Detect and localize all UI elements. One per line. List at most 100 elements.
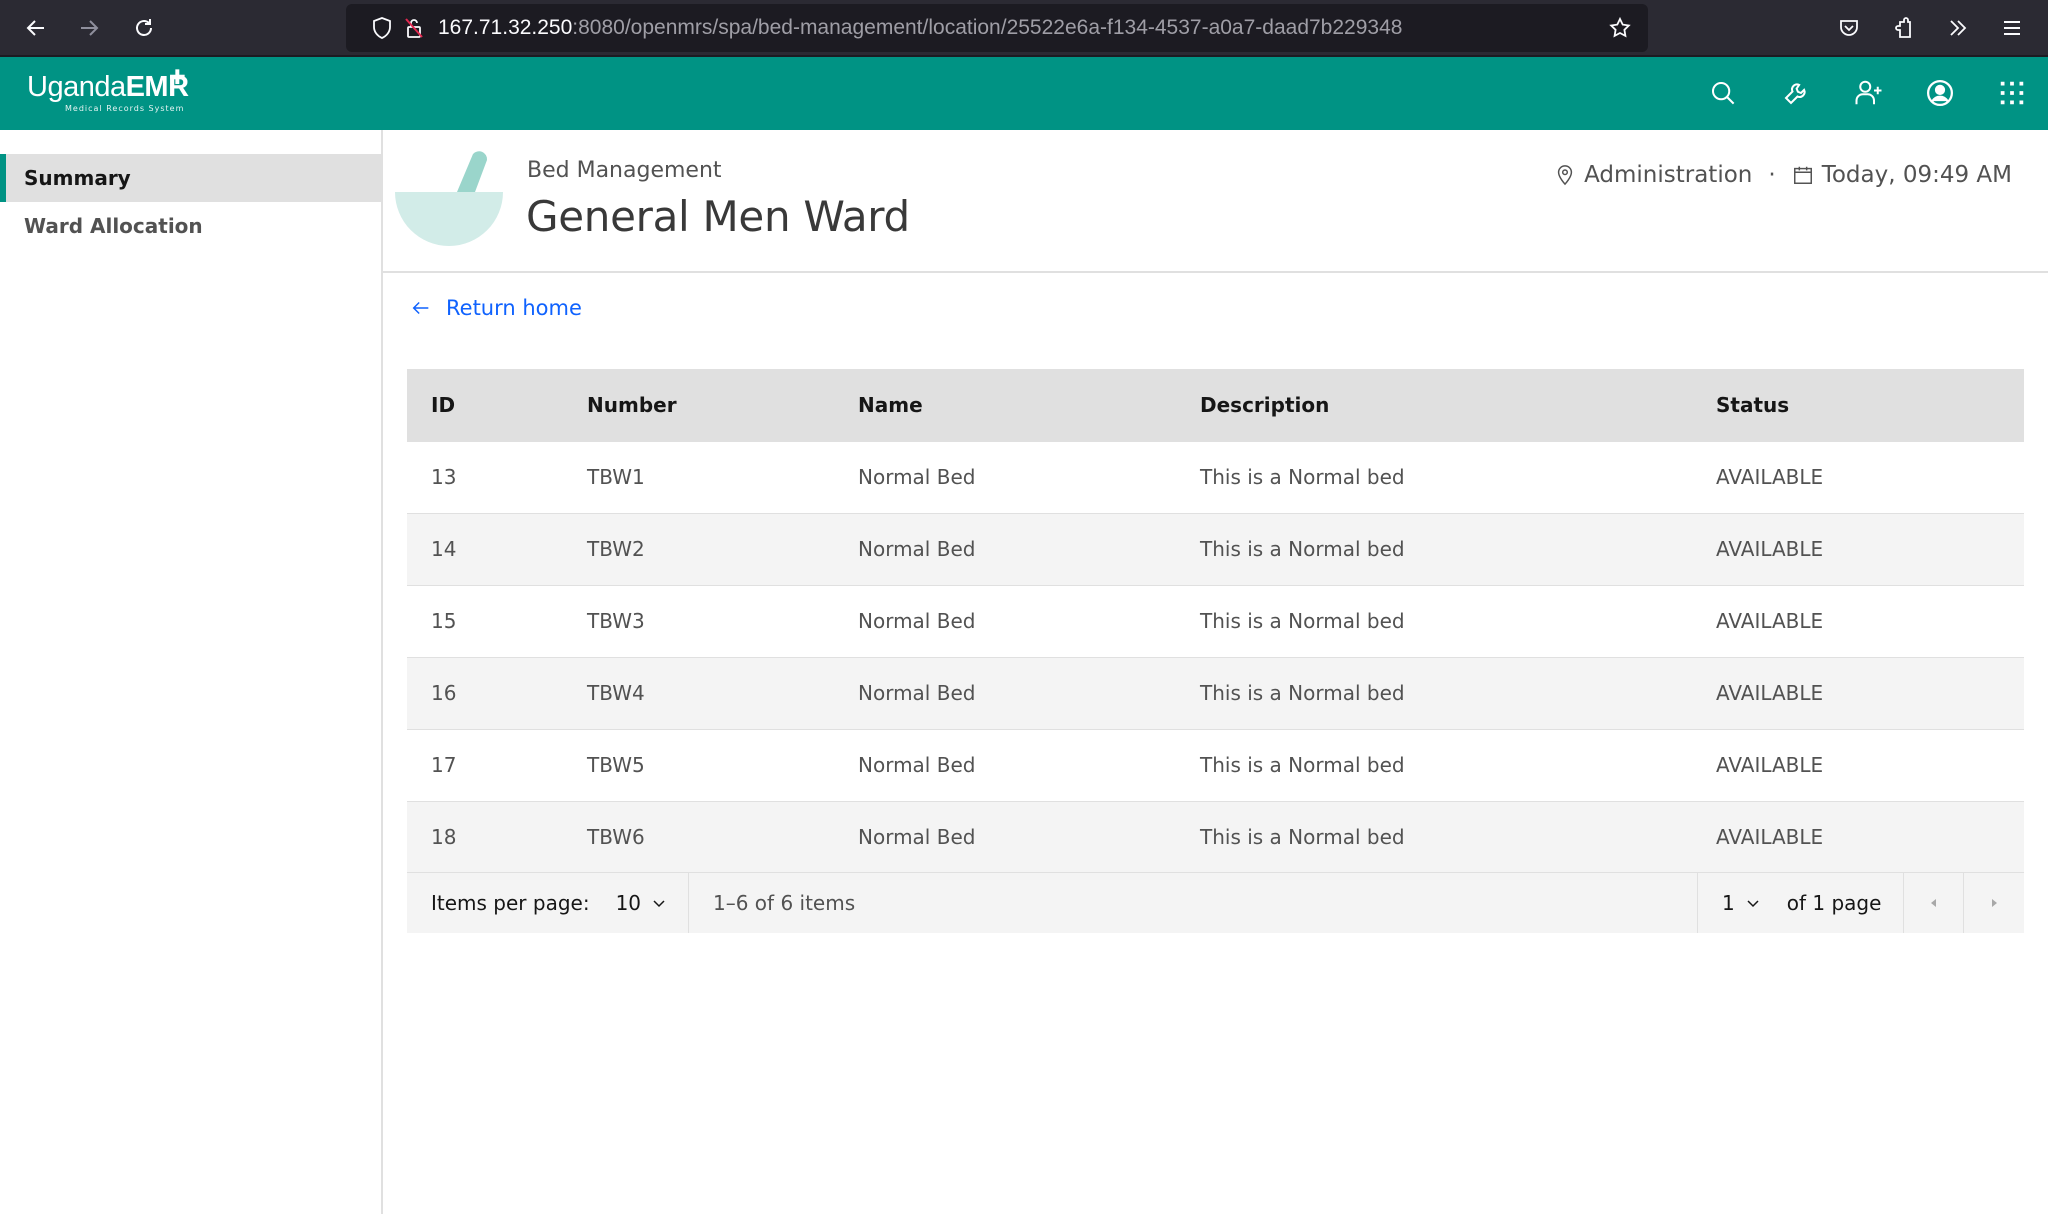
cell-description: This is a Normal bed <box>1200 825 1405 850</box>
cell-name: Normal Bed <box>858 465 976 489</box>
table-row[interactable]: 14 TBW2 Normal Bed This is a Normal bed … <box>407 513 2024 585</box>
return-home-link[interactable]: Return home <box>410 296 582 320</box>
sidebar-item-summary[interactable]: Summary <box>0 154 381 202</box>
page-select-section: 1 of 1 page <box>1697 873 1904 933</box>
overflow-button[interactable] <box>1942 12 1974 44</box>
items-range-text: 1–6 of 6 items <box>713 891 856 915</box>
page-meta: Administration · Today, 09:49 AM <box>1554 162 2012 188</box>
cell-number: TBW2 <box>587 537 645 561</box>
table-row[interactable]: 17 TBW5 Normal Bed This is a Normal bed … <box>407 729 2024 801</box>
cell-name: Normal Bed <box>858 825 976 850</box>
column-header-status: Status <box>1716 392 1790 417</box>
cell-id: 13 <box>431 465 457 489</box>
bookmark-star-icon[interactable] <box>1608 16 1632 40</box>
column-header-number: Number <box>587 392 677 417</box>
search-button[interactable] <box>1707 77 1739 109</box>
total-pages-text: of 1 page <box>1786 891 1882 915</box>
extensions-icon <box>1895 17 1911 38</box>
page-title: General Men Ward <box>526 192 910 241</box>
ugandaemr-logo[interactable]: UgandaEMR ✚ Medical Records System <box>27 65 189 113</box>
menu-icon <box>2004 21 2020 35</box>
cell-description: This is a Normal bed <box>1200 681 1405 705</box>
wrench-icon <box>1784 83 1806 105</box>
page-subtitle: Bed Management <box>527 158 722 183</box>
table-row[interactable]: 16 TBW4 Normal Bed This is a Normal bed … <box>407 657 2024 729</box>
current-page: 1 <box>1722 891 1735 915</box>
cell-name: Normal Bed <box>858 681 976 705</box>
current-datetime: Today, 09:49 AM <box>1821 162 2012 188</box>
cell-number: TBW4 <box>587 681 645 705</box>
previous-page-button[interactable] <box>1904 873 1964 933</box>
sidebar-item-ward-allocation[interactable]: Ward Allocation <box>0 202 381 250</box>
items-per-page-label: Items per page: <box>431 891 590 915</box>
column-header-description: Description <box>1200 392 1330 417</box>
items-per-page-select[interactable]: 10 <box>616 891 667 915</box>
meta-separator: · <box>1768 162 1776 188</box>
add-patient-button[interactable] <box>1853 77 1885 109</box>
cell-name: Normal Bed <box>858 537 976 561</box>
table-row[interactable]: 15 TBW3 Normal Bed This is a Normal bed … <box>407 585 2024 657</box>
cell-number: TBW3 <box>587 609 645 633</box>
cell-id: 15 <box>431 609 457 633</box>
cell-id: 16 <box>431 681 457 705</box>
app-header: UgandaEMR ✚ Medical Records System <box>0 57 2048 130</box>
extensions-button[interactable] <box>1888 12 1920 44</box>
cell-status: AVAILABLE <box>1716 825 1824 850</box>
beds-table: ID Number Name Description Status 13 TBW… <box>407 369 2024 873</box>
url-host: 167.71.32.250 <box>438 16 573 39</box>
cell-description: This is a Normal bed <box>1200 537 1405 561</box>
app-menu-button[interactable] <box>1996 12 2028 44</box>
table-row[interactable]: 18 TBW6 Normal Bed This is a Normal bed … <box>407 801 2024 873</box>
pocket-button[interactable] <box>1833 12 1865 44</box>
table-header-row: ID Number Name Description Status <box>407 369 2024 441</box>
system-admin-button[interactable] <box>1780 77 1812 109</box>
app-switcher-button[interactable] <box>1996 77 2028 109</box>
left-nav: Summary Ward Allocation <box>0 130 383 1214</box>
mortar-pestle-illustration <box>395 151 503 246</box>
back-icon <box>26 20 44 36</box>
chevron-down-icon <box>653 900 665 908</box>
search-icon <box>1712 82 1735 105</box>
arrow-left-icon <box>412 301 429 315</box>
calendar-icon <box>1793 166 1812 184</box>
return-home-label: Return home <box>446 296 582 320</box>
cell-status: AVAILABLE <box>1716 753 1824 777</box>
next-page-button[interactable] <box>1964 873 2024 933</box>
url-text[interactable]: 167.71.32.250:8080/openmrs/spa/bed-manag… <box>438 16 1402 40</box>
reload-icon <box>136 19 152 36</box>
cell-name: Normal Bed <box>858 753 976 777</box>
sidebar-item-label: Summary <box>24 166 131 190</box>
chevron-down-icon <box>1747 900 1759 908</box>
pagination: Items per page: 10 1–6 of 6 items 1 of 1… <box>407 872 2024 933</box>
cell-status: AVAILABLE <box>1716 465 1824 489</box>
column-header-name: Name <box>858 392 923 417</box>
add-user-icon <box>1855 80 1882 105</box>
cell-number: TBW1 <box>587 465 645 489</box>
cell-number: TBW5 <box>587 753 645 777</box>
cell-number: TBW6 <box>587 825 645 850</box>
location-name: Administration <box>1584 162 1753 188</box>
reload-button[interactable] <box>128 12 160 44</box>
page-header: Bed Management General Men Ward Administ… <box>383 130 2048 273</box>
pocket-icon <box>1840 20 1858 36</box>
table-row[interactable]: 13 TBW1 Normal Bed This is a Normal bed … <box>407 441 2024 513</box>
address-bar[interactable]: 167.71.32.250:8080/openmrs/spa/bed-manag… <box>346 4 1648 52</box>
cell-description: This is a Normal bed <box>1200 609 1405 633</box>
shield-icon[interactable] <box>370 16 394 40</box>
logo-plus-icon: ✚ <box>169 65 186 89</box>
caret-right-icon <box>1992 899 1997 907</box>
page-number-select[interactable]: 1 <box>1722 891 1761 915</box>
cell-name: Normal Bed <box>858 609 976 633</box>
app-switcher-icon <box>2000 81 2024 105</box>
user-avatar-icon <box>1927 80 1953 106</box>
forward-button[interactable] <box>73 12 105 44</box>
cell-description: This is a Normal bed <box>1200 465 1405 489</box>
back-button[interactable] <box>20 12 52 44</box>
cell-status: AVAILABLE <box>1716 681 1824 705</box>
insecure-lock-icon[interactable] <box>402 16 426 40</box>
sidebar-item-label: Ward Allocation <box>24 214 203 238</box>
cell-id: 14 <box>431 537 457 561</box>
items-per-page-value: 10 <box>615 891 642 915</box>
cell-status: AVAILABLE <box>1716 537 1824 561</box>
user-menu-button[interactable] <box>1924 77 1956 109</box>
